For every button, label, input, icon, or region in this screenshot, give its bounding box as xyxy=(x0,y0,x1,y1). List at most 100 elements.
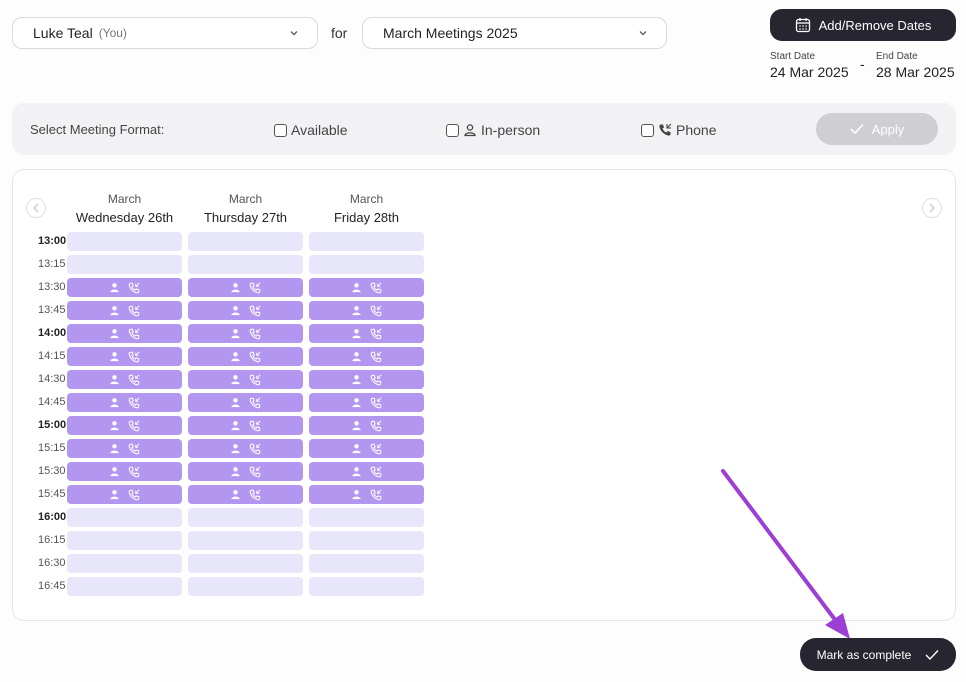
time-label: 13:00 xyxy=(38,235,67,247)
time-slot[interactable] xyxy=(67,577,182,596)
time-slot[interactable] xyxy=(309,508,424,527)
time-slot[interactable] xyxy=(188,577,303,596)
time-slot-selected[interactable] xyxy=(67,462,182,481)
person-icon xyxy=(231,329,240,339)
time-slot[interactable] xyxy=(67,255,182,274)
time-slot-selected[interactable] xyxy=(188,347,303,366)
time-slot-selected[interactable] xyxy=(309,370,424,389)
time-slot-selected[interactable] xyxy=(309,301,424,320)
in-person-checkbox[interactable]: In-person xyxy=(446,122,540,138)
time-label: 13:30 xyxy=(38,281,66,293)
phone-icon xyxy=(249,282,261,293)
add-remove-dates-button[interactable]: Add/Remove Dates xyxy=(770,9,956,41)
time-label: 16:00 xyxy=(38,511,67,523)
checkbox-box[interactable] xyxy=(446,123,459,137)
time-slot-selected[interactable] xyxy=(309,462,424,481)
time-slot[interactable] xyxy=(188,554,303,573)
time-slot-selected[interactable] xyxy=(67,439,182,458)
time-label: 13:45 xyxy=(38,304,66,316)
person-icon xyxy=(110,398,119,408)
person-icon xyxy=(352,490,361,500)
time-slot[interactable] xyxy=(309,577,424,596)
time-slot-selected[interactable] xyxy=(188,485,303,504)
apply-button[interactable]: Apply xyxy=(816,113,938,145)
checkbox-box[interactable] xyxy=(274,123,287,137)
person-icon xyxy=(231,283,240,293)
mark-as-complete-label: Mark as complete xyxy=(816,647,912,662)
time-slot[interactable] xyxy=(188,531,303,550)
time-slot-selected[interactable] xyxy=(188,324,303,343)
time-label: 14:00 xyxy=(38,327,67,339)
phone-icon xyxy=(128,374,140,385)
time-slot-selected[interactable] xyxy=(67,370,182,389)
time-slot-selected[interactable] xyxy=(309,416,424,435)
time-slot[interactable] xyxy=(188,232,303,251)
phone-icon xyxy=(128,328,140,339)
time-slot-selected[interactable] xyxy=(67,324,182,343)
time-slot-selected[interactable] xyxy=(67,301,182,320)
checkbox-box[interactable] xyxy=(641,123,654,137)
time-slot-selected[interactable] xyxy=(188,301,303,320)
next-arrow-button[interactable] xyxy=(922,198,942,218)
phone-label: Phone xyxy=(676,122,717,138)
day-column-header: March Friday 28th xyxy=(309,192,424,225)
person-icon xyxy=(110,329,119,339)
person-icon xyxy=(110,490,119,500)
prev-arrow-button[interactable] xyxy=(26,198,46,218)
time-slot[interactable] xyxy=(67,508,182,527)
meeting-select[interactable]: March Meetings 2025 xyxy=(362,17,667,49)
time-slot-selected[interactable] xyxy=(309,393,424,412)
time-slot-selected[interactable] xyxy=(188,462,303,481)
phone-icon xyxy=(128,420,140,431)
time-slot[interactable] xyxy=(67,554,182,573)
time-slot-selected[interactable] xyxy=(188,439,303,458)
person-icon xyxy=(110,467,119,477)
time-slot-selected[interactable] xyxy=(67,416,182,435)
time-slot[interactable] xyxy=(309,255,424,274)
phone-icon xyxy=(370,305,382,316)
time-slot[interactable] xyxy=(67,232,182,251)
available-checkbox[interactable]: Available xyxy=(274,122,348,138)
time-slot[interactable] xyxy=(309,531,424,550)
phone-icon xyxy=(128,282,140,293)
phone-icon xyxy=(249,351,261,362)
available-label: Available xyxy=(291,122,348,138)
time-label: 15:15 xyxy=(38,442,66,454)
person-icon xyxy=(352,444,361,454)
time-slot[interactable] xyxy=(309,554,424,573)
mark-as-complete-button[interactable]: Mark as complete xyxy=(800,638,956,671)
phone-icon xyxy=(370,443,382,454)
person-icon xyxy=(231,421,240,431)
for-label: for xyxy=(331,25,348,41)
phone-icon xyxy=(370,466,382,477)
time-slot-selected[interactable] xyxy=(188,393,303,412)
time-label: 14:45 xyxy=(38,396,66,408)
phone-checkbox[interactable]: Phone xyxy=(641,122,716,138)
time-slot[interactable] xyxy=(188,508,303,527)
time-slot-selected[interactable] xyxy=(67,393,182,412)
time-slot[interactable] xyxy=(188,255,303,274)
time-slot-selected[interactable] xyxy=(67,485,182,504)
day-label: Wednesday 26th xyxy=(75,210,174,225)
time-slot[interactable] xyxy=(309,232,424,251)
time-slot-selected[interactable] xyxy=(309,347,424,366)
phone-icon xyxy=(370,420,382,431)
user-select[interactable]: Luke Teal (You) xyxy=(12,17,318,49)
time-slot-selected[interactable] xyxy=(309,324,424,343)
time-slot[interactable] xyxy=(67,531,182,550)
time-slot-selected[interactable] xyxy=(188,416,303,435)
phone-icon xyxy=(249,374,261,385)
phone-icon xyxy=(249,420,261,431)
time-slot-selected[interactable] xyxy=(309,485,424,504)
person-icon xyxy=(231,490,240,500)
time-slot-selected[interactable] xyxy=(309,278,424,297)
phone-icon xyxy=(128,489,140,500)
person-icon xyxy=(352,352,361,362)
person-icon xyxy=(352,306,361,316)
time-slot-selected[interactable] xyxy=(188,278,303,297)
time-slot-selected[interactable] xyxy=(309,439,424,458)
person-icon xyxy=(352,421,361,431)
time-slot-selected[interactable] xyxy=(67,347,182,366)
time-slot-selected[interactable] xyxy=(67,278,182,297)
time-slot-selected[interactable] xyxy=(188,370,303,389)
